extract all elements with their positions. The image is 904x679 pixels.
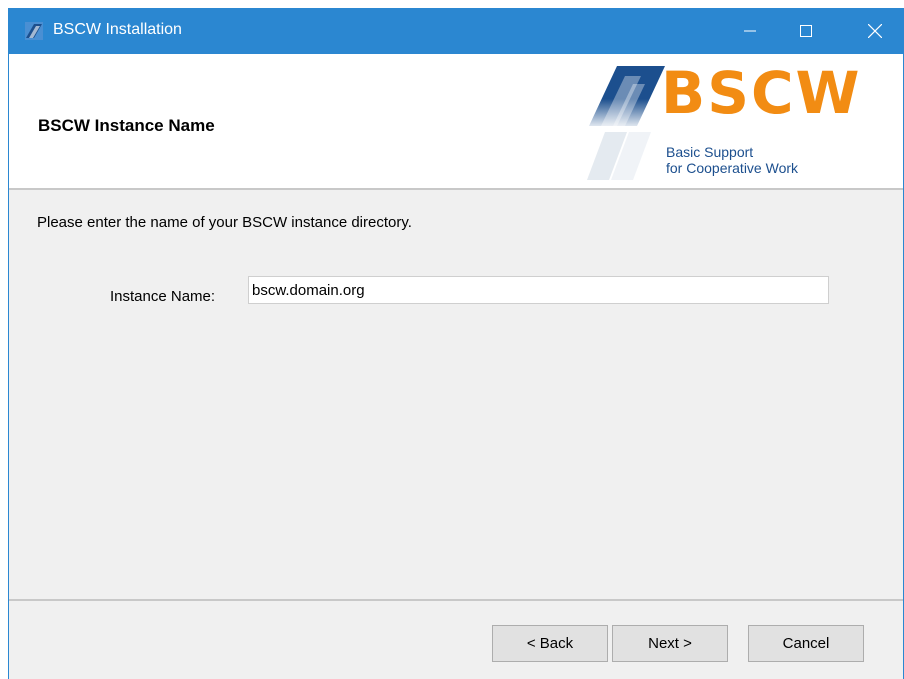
page-title: BSCW Instance Name (38, 116, 215, 135)
next-button[interactable]: Next > (612, 625, 728, 662)
cancel-button[interactable]: Cancel (748, 625, 864, 662)
close-icon (868, 24, 882, 38)
bscw-logo: BSCW Basic Support for Cooperative Work (587, 59, 899, 180)
logo-wordmark: BSCW (661, 59, 862, 127)
close-button[interactable] (852, 8, 898, 54)
back-button[interactable]: < Back (492, 625, 608, 662)
installer-window: BSCW Installation BSCW Instance Name BSC… (8, 8, 904, 679)
wizard-header: BSCW Instance Name BSCW Basic Support fo… (9, 54, 903, 190)
minimize-icon (744, 30, 756, 32)
bscw-logo-mark-icon (587, 66, 665, 180)
title-bar[interactable]: BSCW Installation (9, 8, 903, 54)
logo-tagline-line2: for Cooperative Work (666, 160, 799, 176)
logo-tagline-line1: Basic Support (666, 144, 754, 160)
wizard-footer: < Back Next > Cancel (9, 601, 903, 679)
maximize-icon (800, 25, 812, 37)
maximize-button[interactable] (783, 8, 829, 54)
minimize-button[interactable] (727, 8, 773, 54)
instruction-text: Please enter the name of your BSCW insta… (37, 214, 412, 231)
bscw-app-icon (25, 22, 43, 40)
instance-name-input[interactable] (248, 276, 829, 304)
instance-name-label: Instance Name: (110, 288, 216, 305)
window-title: BSCW Installation (53, 21, 182, 38)
wizard-content: Please enter the name of your BSCW insta… (9, 190, 903, 600)
